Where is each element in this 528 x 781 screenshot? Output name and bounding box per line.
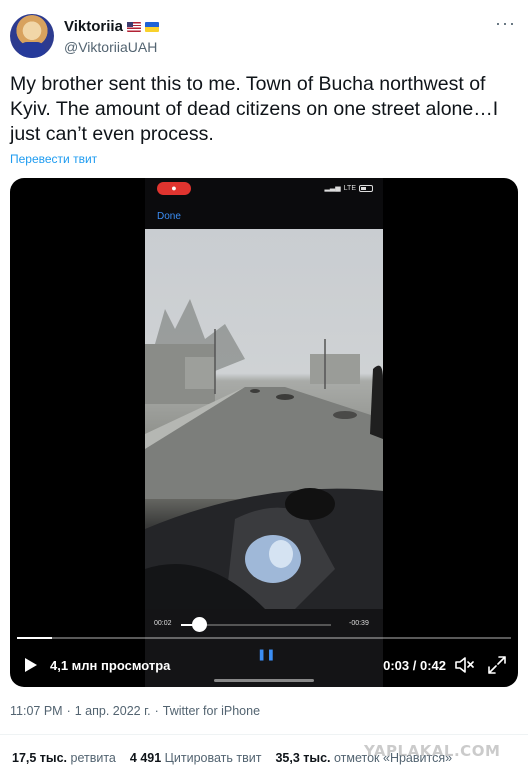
network-label: LTE bbox=[343, 184, 356, 192]
ukraine-flag-icon bbox=[144, 21, 159, 32]
video-frame bbox=[145, 229, 383, 609]
author-name-row: Viktoriia bbox=[64, 18, 159, 35]
fullscreen-icon[interactable] bbox=[488, 656, 506, 674]
video-player[interactable]: ● ▂▃▅ LTE Done 00:02 -00:39 ❚❚ 4,1 млн п… bbox=[10, 178, 518, 687]
phone-screen-recording: ● ▂▃▅ LTE Done 00:02 -00:39 ❚❚ bbox=[145, 178, 383, 687]
video-progress-bar[interactable] bbox=[17, 637, 511, 639]
battery-icon bbox=[359, 184, 373, 192]
home-indicator bbox=[214, 679, 314, 682]
tweet-header: Viktoriia @ViktoriiaUAH ··· bbox=[10, 14, 518, 62]
tweet-text: My brother sent this to me. Town of Buch… bbox=[10, 73, 499, 145]
tweet-source[interactable]: Twitter for iPhone bbox=[163, 704, 260, 718]
quotes-label: Цитировать твит bbox=[164, 751, 262, 765]
phone-elapsed-time: 00:02 bbox=[154, 620, 172, 627]
separator: · bbox=[154, 704, 159, 718]
ellipsis-icon[interactable]: ··· bbox=[495, 14, 516, 32]
phone-status-bar: ▂▃▅ LTE bbox=[325, 184, 373, 192]
phone-scrubber-knob bbox=[192, 617, 207, 632]
us-flag-icon bbox=[126, 21, 141, 32]
done-button: Done bbox=[157, 211, 181, 222]
watermark: YAPLAKAL.COM bbox=[364, 742, 501, 760]
record-icon: ● bbox=[157, 182, 191, 195]
volume-icon[interactable] bbox=[454, 656, 474, 674]
video-time: 0:03 / 0:42 bbox=[383, 658, 446, 673]
retweets-count: 17,5 тыс. bbox=[12, 751, 68, 765]
retweets-stat[interactable]: 17,5 тыс. ретвита bbox=[12, 751, 116, 765]
pause-icon: ❚❚ bbox=[257, 649, 276, 661]
likes-count: 35,3 тыс. bbox=[275, 751, 331, 765]
tweet-metadata: 11:07 PM · 1 апр. 2022 г. · Twitter for … bbox=[10, 704, 260, 718]
video-progress-fill bbox=[17, 637, 53, 639]
signal-icon: ▂▃▅ bbox=[324, 185, 341, 192]
display-name[interactable]: Viktoriia bbox=[64, 18, 123, 35]
author-handle[interactable]: @ViktoriiaUAH bbox=[64, 39, 157, 55]
view-count: 4,1 млн просмотра bbox=[50, 658, 171, 673]
tweet-date[interactable]: 1 апр. 2022 г. bbox=[75, 704, 151, 718]
play-icon[interactable] bbox=[24, 657, 38, 673]
translate-tweet-link[interactable]: Перевести твит bbox=[10, 152, 97, 166]
avatar[interactable] bbox=[10, 14, 54, 58]
street-scene-image bbox=[145, 299, 383, 609]
tweet-time[interactable]: 11:07 PM bbox=[10, 704, 63, 718]
retweets-label: ретвита bbox=[70, 751, 116, 765]
quotes-stat[interactable]: 4 491 Цитировать твит bbox=[130, 751, 262, 765]
quotes-count: 4 491 bbox=[129, 751, 162, 765]
separator: · bbox=[66, 704, 71, 718]
phone-playback-controls: 00:02 -00:39 ❚❚ bbox=[145, 609, 383, 687]
divider bbox=[0, 734, 528, 735]
phone-remaining-time: -00:39 bbox=[349, 620, 369, 627]
